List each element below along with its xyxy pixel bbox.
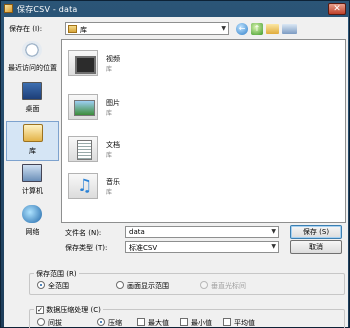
item-name: 文档 xyxy=(106,141,120,149)
save-button[interactable]: 保存 (S) xyxy=(290,225,342,239)
up-arrow-icon: ↑ xyxy=(253,23,261,33)
list-item[interactable]: 文档 库 xyxy=(68,134,188,168)
filetype-value: 标准CSV xyxy=(129,244,158,252)
chevron-down-icon[interactable]: ▼ xyxy=(271,242,276,252)
computer-icon xyxy=(22,164,42,182)
compress-max-label: 最大值 xyxy=(148,319,169,327)
place-label: 计算机 xyxy=(22,187,43,195)
app-icon xyxy=(4,4,13,13)
library-icon xyxy=(68,25,77,33)
save-in-combobox[interactable]: 库 ▼ xyxy=(65,22,229,35)
compress-checkbox[interactable]: ✓ xyxy=(36,306,44,314)
music-library-icon xyxy=(68,173,98,199)
filename-value: data xyxy=(129,228,145,236)
save-in-label: 保存在 (I): xyxy=(9,25,43,33)
dialog-body: 保存在 (I): 库 ▼ ← ↑ 最近访问的位置 桌面 库 计算机 网络 视频 … xyxy=(4,17,348,328)
filetype-select[interactable]: 标准CSV ▼ xyxy=(125,241,279,253)
compress-title-row: ✓ 数据压缩处理 (C) xyxy=(34,305,103,315)
item-name: 视频 xyxy=(106,55,120,63)
list-item[interactable]: 音乐 库 xyxy=(68,171,188,205)
title-bar[interactable]: 保存CSV - data ✕ xyxy=(1,1,349,17)
item-type: 库 xyxy=(106,110,113,117)
compress-compress-label: 压缩 xyxy=(108,319,122,327)
compress-group: ✓ 数据压缩处理 (C) 间拔 压缩 最大值 最小值 平均值 xyxy=(29,305,345,328)
filetype-label: 保存类型 (T): xyxy=(65,244,108,252)
cancel-button[interactable]: 取消 xyxy=(290,240,342,254)
desktop-icon xyxy=(22,82,42,100)
documents-library-icon xyxy=(68,136,98,162)
save-range-title: 保存范围 (R) xyxy=(34,269,79,279)
filename-input[interactable]: data ▼ xyxy=(125,226,279,238)
range-screen-label: 画面显示范围 xyxy=(127,282,169,290)
pictures-library-icon xyxy=(68,94,98,120)
item-type: 库 xyxy=(106,189,113,196)
place-libraries[interactable]: 库 xyxy=(6,121,59,161)
range-screen-radio[interactable] xyxy=(116,281,124,289)
network-icon xyxy=(22,205,42,223)
libraries-icon xyxy=(23,124,43,142)
save-range-group: 保存范围 (R) 全范围 画面显示范围 垂直光标间 xyxy=(29,269,345,295)
place-desktop[interactable]: 桌面 xyxy=(6,80,59,120)
list-item[interactable]: 图片 库 xyxy=(68,92,188,126)
item-type: 库 xyxy=(106,66,113,73)
place-label: 网络 xyxy=(25,228,40,236)
file-list[interactable]: 视频 库 图片 库 文档 库 音乐 库 xyxy=(61,39,346,223)
list-item[interactable]: 视频 库 xyxy=(68,48,188,82)
compress-max-checkbox[interactable] xyxy=(137,318,145,326)
chevron-down-icon[interactable]: ▼ xyxy=(221,23,226,34)
new-folder-button[interactable] xyxy=(266,23,279,34)
compress-min-label: 最小值 xyxy=(191,319,212,327)
range-full-label: 全范围 xyxy=(48,282,69,290)
place-computer[interactable]: 计算机 xyxy=(6,162,59,202)
place-recent[interactable]: 最近访问的位置 xyxy=(6,39,59,79)
item-name: 图片 xyxy=(106,99,120,107)
save-in-value: 库 xyxy=(80,26,87,34)
compress-checkbox-label: 数据压缩处理 (C) xyxy=(46,306,101,314)
range-cursor-label: 垂直光标间 xyxy=(211,282,246,290)
video-library-icon xyxy=(68,50,98,76)
navigation-toolbar: ← ↑ xyxy=(236,22,297,35)
window-title: 保存CSV - data xyxy=(17,5,78,14)
place-label: 库 xyxy=(29,147,36,155)
place-label: 桌面 xyxy=(25,105,40,113)
save-csv-dialog: 保存CSV - data ✕ 保存在 (I): 库 ▼ ← ↑ 最近访问的位置 … xyxy=(0,0,350,328)
chevron-down-icon[interactable]: ▼ xyxy=(271,227,276,237)
range-full-radio[interactable] xyxy=(37,281,45,289)
filename-label: 文件名 (N): xyxy=(65,229,102,237)
item-type: 库 xyxy=(106,152,113,159)
compress-avg-label: 平均值 xyxy=(234,319,255,327)
up-folder-button[interactable]: ↑ xyxy=(251,22,263,35)
item-name: 音乐 xyxy=(106,178,120,186)
compress-thin-label: 间拔 xyxy=(48,319,62,327)
place-label: 最近访问的位置 xyxy=(8,64,57,72)
places-bar: 最近访问的位置 桌面 库 计算机 网络 xyxy=(6,39,59,247)
compress-compress-radio[interactable] xyxy=(97,318,105,326)
place-network[interactable]: 网络 xyxy=(6,203,59,243)
back-arrow-icon: ← xyxy=(238,23,246,33)
back-button[interactable]: ← xyxy=(236,22,248,35)
views-menu-button[interactable] xyxy=(282,23,297,34)
recent-places-icon xyxy=(22,41,42,59)
compress-avg-checkbox[interactable] xyxy=(223,318,231,326)
close-button[interactable]: ✕ xyxy=(328,3,346,15)
compress-min-checkbox[interactable] xyxy=(180,318,188,326)
compress-thin-radio[interactable] xyxy=(37,318,45,326)
range-cursor-radio xyxy=(200,281,208,289)
